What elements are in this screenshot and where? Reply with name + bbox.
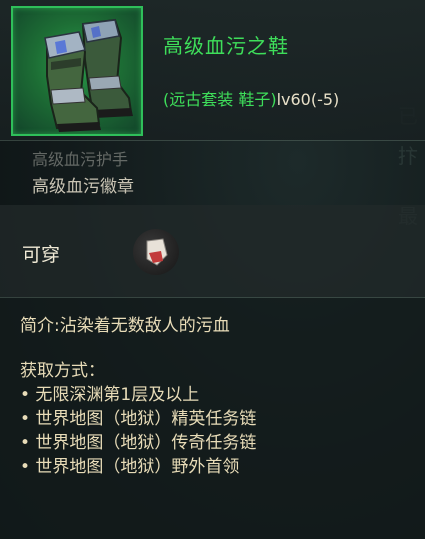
wearable-glyph-icon [146,238,168,266]
obtain-source: • 世界地图（地狱）传奇任务链 [20,433,257,453]
item-name: 高级血污之鞋 [163,34,289,58]
item-description: 简介:沾染着无数敌人的污血 [20,316,230,336]
wearable-status-icon [133,229,179,275]
set-piece-item: 高级血污徽章 [32,177,134,197]
boots-icon [44,18,133,132]
item-icon-frame [11,6,143,136]
obtain-source: • 无限深渊第1层及以上 [20,385,200,405]
set-piece-faded: 高级血污护手 [32,150,129,169]
item-level-info: lv60(-5) [276,90,340,109]
item-tooltip-panel: 已 抃 最 高级血污之鞋 (远古套装 鞋子)lv [0,0,425,539]
item-subtitle: (远古套装 鞋子)lv60(-5) [163,86,339,110]
header-divider [0,140,425,141]
obtain-source: • 世界地图（地狱）野外首领 [20,457,240,477]
item-set-info: (远古套装 鞋子) [163,90,277,109]
wearable-label: 可穿 [22,244,61,266]
obtain-source: • 世界地图（地狱）精英任务链 [20,409,257,429]
obtain-title: 获取方式： [20,361,105,381]
background-ghost-text: 抃 [398,144,418,168]
wearable-section [0,205,425,297]
